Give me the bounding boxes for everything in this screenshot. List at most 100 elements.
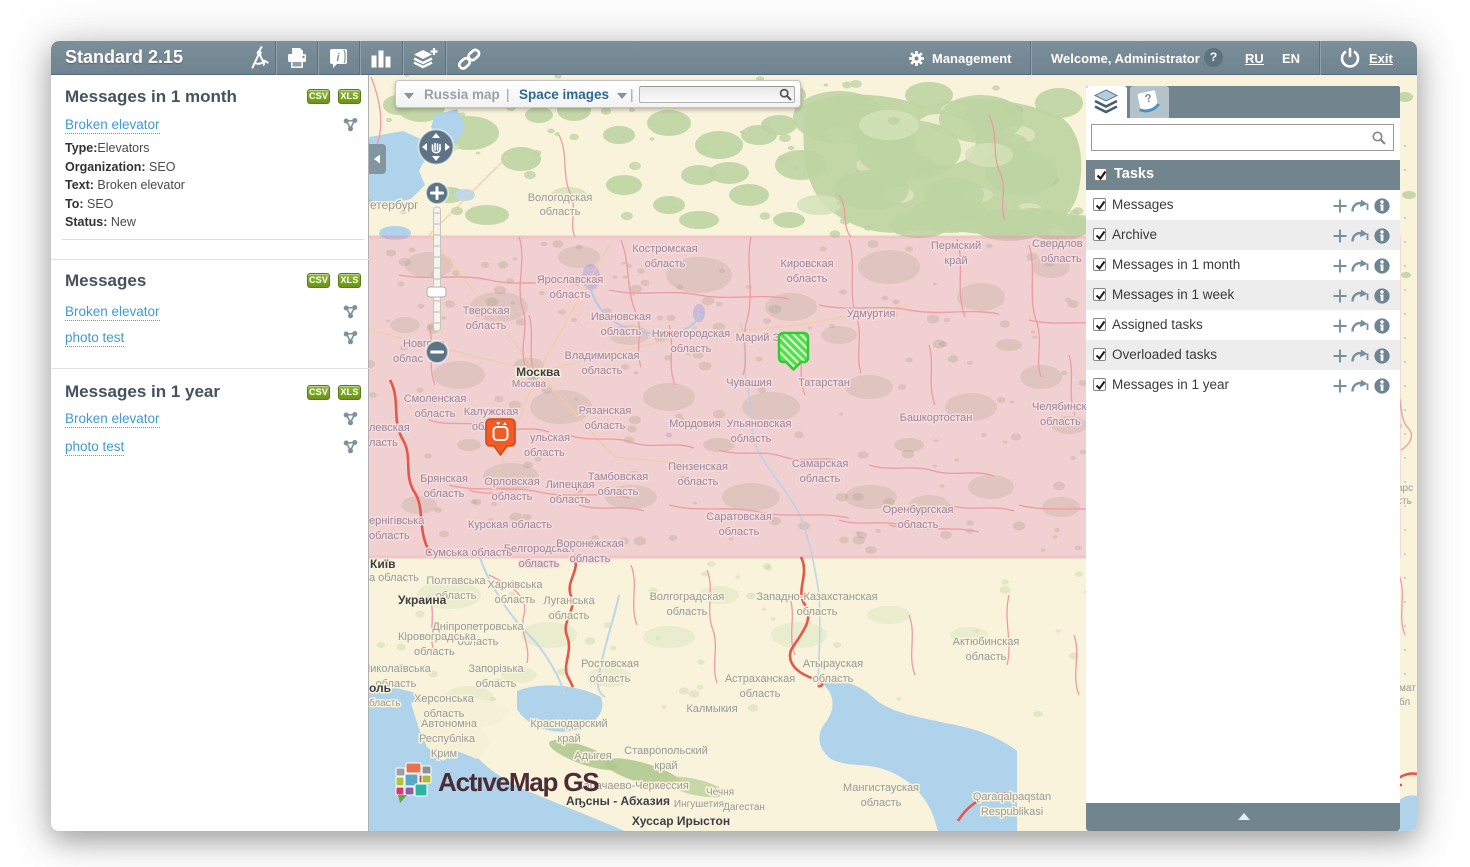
svg-text:Саратовская: Саратовская <box>706 511 772 523</box>
svg-text:область: область <box>813 673 854 685</box>
svg-text:Respublikasi: Respublikasi <box>981 806 1043 818</box>
svg-text:область: область <box>585 420 626 432</box>
svg-text:область: область <box>582 365 623 377</box>
svg-text:Мангистауская: Мангистауская <box>843 782 919 794</box>
svg-text:Краснодарский: Краснодарский <box>530 718 607 730</box>
svg-text:Самарская: Самарская <box>792 458 849 470</box>
svg-text:Смоленская: Смоленская <box>404 393 467 405</box>
svg-text:область: область <box>415 408 456 420</box>
svg-text:область: область <box>797 606 838 618</box>
svg-text:область: область <box>678 476 719 488</box>
svg-text:Полтавська: Полтавська <box>426 575 486 587</box>
svg-text:область: область <box>800 473 841 485</box>
svg-text:Вологодская: Вологодская <box>528 192 593 204</box>
svg-text:область: область <box>740 688 781 700</box>
svg-text:Херсонська: Херсонська <box>414 693 475 705</box>
svg-text:область: область <box>1040 416 1081 428</box>
svg-text:область: область <box>476 678 517 690</box>
svg-text:мат: мат <box>1399 683 1416 694</box>
svg-text:Удмуртия: Удмуртия <box>847 308 896 320</box>
svg-text:Курская область: Курская область <box>468 519 553 531</box>
svg-text:Сумська область: Сумська область <box>425 547 512 559</box>
svg-text:а область: а область <box>369 572 419 584</box>
svg-text:Свердлов: Свердлов <box>1032 238 1083 250</box>
svg-text:область: область <box>549 610 590 622</box>
svg-text:область: область <box>590 673 631 685</box>
svg-text:Адыгея: Адыгея <box>574 750 612 762</box>
svg-text:облас: облас <box>393 353 423 365</box>
svg-text:Запорізька: Запорізька <box>468 663 524 675</box>
svg-text:Татарстан: Татарстан <box>798 377 850 389</box>
svg-text:Оренбургская: Оренбургская <box>883 504 954 516</box>
svg-text:область: область <box>966 651 1007 663</box>
svg-text:Калужская: Калужская <box>464 406 519 418</box>
svg-text:Актюбинская: Актюбинская <box>953 636 1020 648</box>
svg-text:Дагестан: Дагестан <box>723 802 765 813</box>
svg-text:область: область <box>524 447 565 459</box>
svg-text:Москва: Москва <box>516 365 560 379</box>
svg-text:левская: левская <box>369 422 410 434</box>
svg-text:область: область <box>414 646 455 658</box>
svg-text:Липецкая: Липецкая <box>546 479 595 491</box>
svg-text:область: область <box>466 320 507 332</box>
svg-text:Миколаївська: Миколаївська <box>369 663 432 675</box>
svg-text:Украина: Украина <box>398 593 447 607</box>
svg-text:край: край <box>557 733 580 745</box>
svg-text:Пермский: Пермский <box>931 240 981 252</box>
svg-text:Ульяновская: Ульяновская <box>727 418 792 430</box>
svg-text:Луганська: Луганська <box>543 595 595 607</box>
svg-text:Тверская: Тверская <box>463 305 510 317</box>
svg-text:Ингушетия: Ингушетия <box>674 799 724 810</box>
svg-text:область: область <box>495 594 536 606</box>
svg-text:ласть: ласть <box>369 437 398 449</box>
svg-text:Qaraqalpaqstan: Qaraqalpaqstan <box>973 791 1051 803</box>
svg-text:Астраханская: Астраханская <box>725 673 795 685</box>
svg-text:Мордовия: Мордовия <box>669 418 721 430</box>
svg-text:область: область <box>731 433 772 445</box>
svg-text:область: область <box>787 273 828 285</box>
svg-text:Марий Э: Марий Э <box>736 332 781 344</box>
svg-text:область: область <box>550 289 591 301</box>
svg-text:Орловская: Орловская <box>484 476 539 488</box>
svg-text:область: область <box>601 326 642 338</box>
svg-text:область: область <box>1041 253 1082 265</box>
svg-text:Волгоградская: Волгоградская <box>650 591 725 603</box>
svg-text:Ивановская: Ивановская <box>591 311 651 323</box>
svg-text:область: область <box>519 558 560 570</box>
svg-text:ернігівська: ернігівська <box>369 515 425 527</box>
svg-text:етербург: етербург <box>370 198 419 212</box>
svg-text:Ярославская: Ярославская <box>537 274 604 286</box>
svg-text:Кіровоградська: Кіровоградська <box>398 631 477 643</box>
svg-text:Костромская: Костромская <box>632 243 698 255</box>
svg-text:край: край <box>654 760 677 772</box>
svg-text:Воронежская: Воронежская <box>556 538 624 550</box>
svg-text:Київ: Київ <box>370 557 395 571</box>
svg-text:область: область <box>898 519 939 531</box>
svg-text:Нижегородская: Нижегородская <box>652 328 731 340</box>
svg-text:Брянская: Брянская <box>420 473 468 485</box>
svg-text:область: область <box>667 606 708 618</box>
svg-text:Хуссар Ирыстон: Хуссар Ирыстон <box>632 814 730 828</box>
svg-text:область: область <box>540 206 581 218</box>
svg-text:Башкортостан: Башкортостан <box>900 412 973 424</box>
svg-text:область: область <box>424 488 465 500</box>
svg-text:бласть: бласть <box>369 697 400 709</box>
svg-text:область: область <box>550 494 591 506</box>
svg-text:область: область <box>861 797 902 809</box>
svg-text:Кировская: Кировская <box>780 258 833 270</box>
svg-text:Автономна: Автономна <box>421 718 478 730</box>
svg-text:область: область <box>492 491 533 503</box>
svg-text:Чувашия: Чувашия <box>726 377 772 389</box>
svg-text:край: край <box>944 255 967 267</box>
svg-text:область: область <box>671 343 712 355</box>
svg-text:область: область <box>570 553 611 565</box>
svg-text:бл: бл <box>1399 696 1410 708</box>
svg-text:Рязанская: Рязанская <box>579 405 632 417</box>
svg-text:Калмыкия: Калмыкия <box>686 703 737 715</box>
svg-text:Тамбовская: Тамбовская <box>588 471 649 483</box>
svg-text:Ростовская: Ростовская <box>581 658 639 670</box>
svg-text:Крим: Крим <box>431 748 457 760</box>
svg-text:Пензенская: Пензенская <box>668 461 728 473</box>
svg-text:область: область <box>719 526 760 538</box>
svg-text:Республіка: Республіка <box>419 733 476 745</box>
